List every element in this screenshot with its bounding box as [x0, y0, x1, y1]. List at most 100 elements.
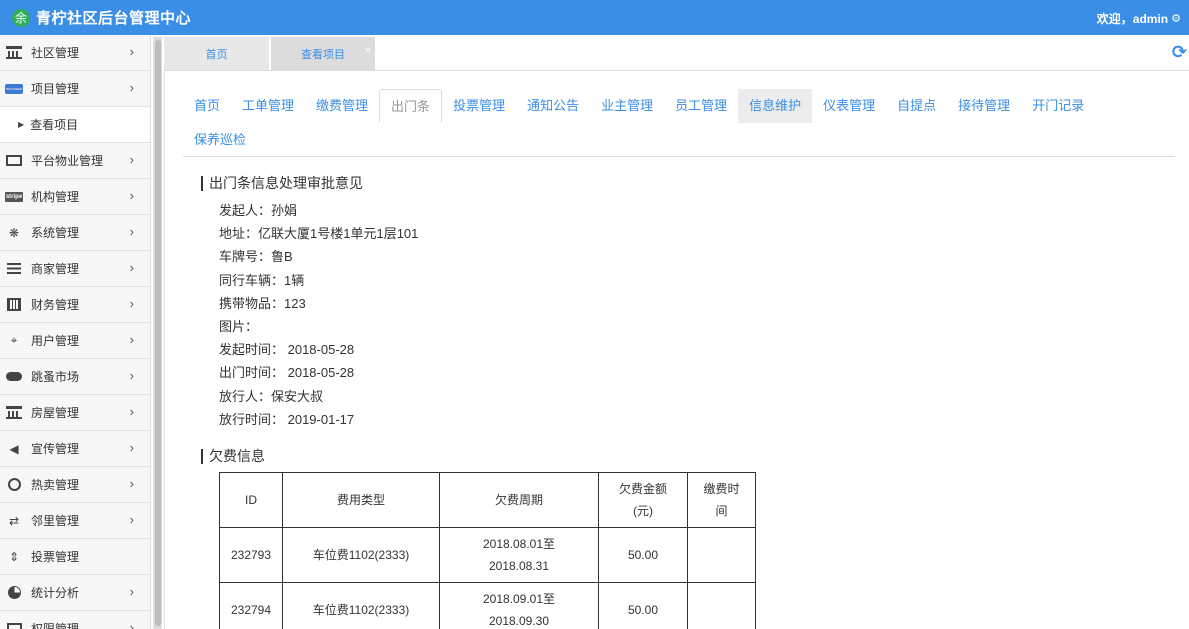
sidebar-item-publicity[interactable]: ◀ 宣传管理 › [0, 431, 150, 467]
detail-address: 地址：亿联大厦1号楼1单元1层101 [219, 226, 419, 242]
table-header-row: ID 费用类型 欠费周期 欠费金额 (元) 缴费时 间 [219, 472, 756, 528]
col-period: 欠费周期 [439, 472, 599, 528]
sort-icon: ⇕ [8, 549, 20, 564]
sidebar-item-label: 商家管理 [31, 262, 80, 276]
col-fee-type: 费用类型 [282, 472, 440, 528]
welcome-text: 欢迎，admin [1096, 12, 1169, 26]
nav-work-orders[interactable]: 工单管理 [231, 89, 305, 123]
col-paid-time: 缴费时 间 [687, 472, 756, 528]
nav-maintenance-inspection[interactable]: 保养巡检 [183, 123, 257, 157]
box-icon [5, 622, 23, 629]
sidebar-item-projects[interactable]: PAYONEER 项目管理 › [0, 71, 150, 107]
sidebar-item-statistics[interactable]: 统计分析 › [0, 575, 150, 611]
sidebar-item-label: 机构管理 [31, 190, 80, 204]
detail-image: 图片： [219, 318, 259, 334]
chevron-right-icon: › [129, 80, 134, 95]
tab-view-project[interactable]: 查看项目 × [271, 37, 375, 70]
sidebar-item-finance[interactable]: 财务管理 › [0, 287, 150, 323]
chevron-right-icon: › [129, 620, 134, 629]
chevron-right-icon: › [129, 512, 134, 527]
cloud-icon [5, 370, 23, 384]
nav-voting[interactable]: 投票管理 [442, 89, 516, 123]
cell-amount: 50.00 [598, 527, 688, 583]
sidebar-subitem-view-projects[interactable]: ▶ 查看项目 [0, 107, 150, 143]
speaker-icon: ◀ [9, 441, 19, 456]
section-title-exit-pass: 出门条信息处理审批意见 [201, 176, 363, 191]
tab-home[interactable]: 首页 [164, 37, 269, 70]
sidebar-item-label: 财务管理 [31, 298, 80, 312]
sidebar-item-label: 用户管理 [31, 334, 80, 348]
detail-vehicles: 同行车辆：1辆 [219, 272, 305, 288]
cell-id: 232793 [219, 527, 283, 583]
sidebar-item-merchants[interactable]: 商家管理 › [0, 251, 150, 287]
sidebar-item-users[interactable]: ⌖ 用户管理 › [0, 323, 150, 359]
nav-staff[interactable]: 员工管理 [664, 89, 738, 123]
sidebar-item-label: 邻里管理 [31, 514, 80, 528]
sidebar-item-label: 统计分析 [31, 586, 80, 600]
list-icon [5, 262, 23, 276]
sidebar-item-label: 社区管理 [31, 46, 80, 60]
retweet-icon: ⇄ [8, 513, 20, 528]
nav-home[interactable]: 首页 [183, 89, 231, 123]
chevron-right-icon: › [129, 296, 134, 311]
refresh-icon[interactable]: ⟳ [1172, 42, 1187, 63]
sidebar-item-neighbors[interactable]: ⇄ 邻里管理 › [0, 503, 150, 539]
sidebar-item-permissions[interactable]: 权限管理 › [0, 611, 150, 629]
caret-right-icon: ▶ [18, 120, 25, 129]
col-id: ID [219, 472, 283, 528]
sidebar-item-system[interactable]: ❋ 系统管理 › [0, 215, 150, 251]
close-icon[interactable]: × [365, 45, 371, 57]
nav-owners[interactable]: 业主管理 [590, 89, 664, 123]
sidebar-item-flea-market[interactable]: 跳蚤市场 › [0, 359, 150, 395]
sidebar-item-label: 投票管理 [31, 550, 80, 564]
sun-icon [5, 478, 23, 492]
nav-door-records[interactable]: 开门记录 [1021, 89, 1095, 123]
chevron-right-icon: › [129, 404, 134, 419]
detail-items: 携带物品：123 [219, 295, 306, 311]
sidebar-scroll-thumb[interactable] [155, 40, 161, 626]
sidebar-item-hot-sale[interactable]: 热卖管理 › [0, 467, 150, 503]
chevron-right-icon: › [129, 260, 134, 275]
monitor-icon [5, 154, 23, 168]
nav-payments[interactable]: 缴费管理 [305, 89, 379, 123]
sidebar-item-label: 热卖管理 [31, 478, 80, 492]
sidebar-item-label: 房屋管理 [31, 406, 80, 420]
gear-icon[interactable]: ⚙ [1171, 12, 1181, 25]
bank-icon [5, 46, 23, 60]
nav-meters[interactable]: 仪表管理 [812, 89, 886, 123]
col-amount: 欠费金额 (元) [598, 472, 688, 528]
sidebar: 社区管理 › PAYONEER 项目管理 › ▶ 查看项目 平台物业管理 › s… [0, 35, 151, 629]
chevron-right-icon: › [129, 188, 134, 203]
detail-start-time: 发起时间： 2018-05-28 [219, 342, 355, 358]
sidebar-item-platform-property[interactable]: 平台物业管理 › [0, 143, 150, 179]
cell-amount: 50.00 [598, 582, 688, 629]
sidebar-item-housing[interactable]: 房屋管理 › [0, 395, 150, 431]
tab-label: 首页 [205, 48, 228, 61]
sidebar-item-voting[interactable]: ⇕ 投票管理 [0, 539, 150, 575]
cell-fee-type: 车位费1102(2333) [282, 527, 440, 583]
cell-id: 232794 [219, 582, 283, 629]
top-bar: 余 青柠社区后台管理中心 欢迎，admin ⚙ [0, 0, 1189, 35]
detail-initiator: 发起人：孙娟 [219, 203, 298, 218]
nav-reception[interactable]: 接待管理 [947, 89, 1021, 123]
tab-strip: 首页 查看项目 × ⟳ [164, 37, 1189, 71]
sidebar-item-label: 系统管理 [31, 226, 80, 240]
exit-pass-details: 发起人：孙娟 地址：亿联大厦1号楼1单元1层101 车牌号：鲁B 同行车辆：1辆… [219, 199, 418, 431]
detail-release-time: 放行时间： 2019-01-17 [219, 411, 355, 427]
sidebar-item-community[interactable]: 社区管理 › [0, 35, 150, 71]
cluster-icon: ❋ [8, 225, 20, 240]
nav-pickup-points[interactable]: 自提点 [886, 89, 947, 123]
sidebar-item-label: 权限管理 [31, 622, 80, 629]
logo-icon: 余 [12, 8, 30, 27]
nav-info-maintenance[interactable]: 信息维护 [738, 89, 813, 123]
chevron-right-icon: › [129, 440, 134, 455]
content-border [164, 71, 165, 629]
nav-notices[interactable]: 通知公告 [516, 89, 590, 123]
nav-exit-pass[interactable]: 出门条 [379, 89, 443, 123]
chevron-right-icon: › [129, 584, 134, 599]
sidebar-item-label: 跳蚤市场 [31, 370, 80, 384]
sidebar-item-label: 项目管理 [31, 82, 80, 96]
sidebar-item-label: 平台物业管理 [31, 154, 104, 168]
user-menu[interactable]: 欢迎，admin ⚙ [1097, 10, 1181, 27]
sidebar-item-organization[interactable]: stripe 机构管理 › [0, 179, 150, 215]
